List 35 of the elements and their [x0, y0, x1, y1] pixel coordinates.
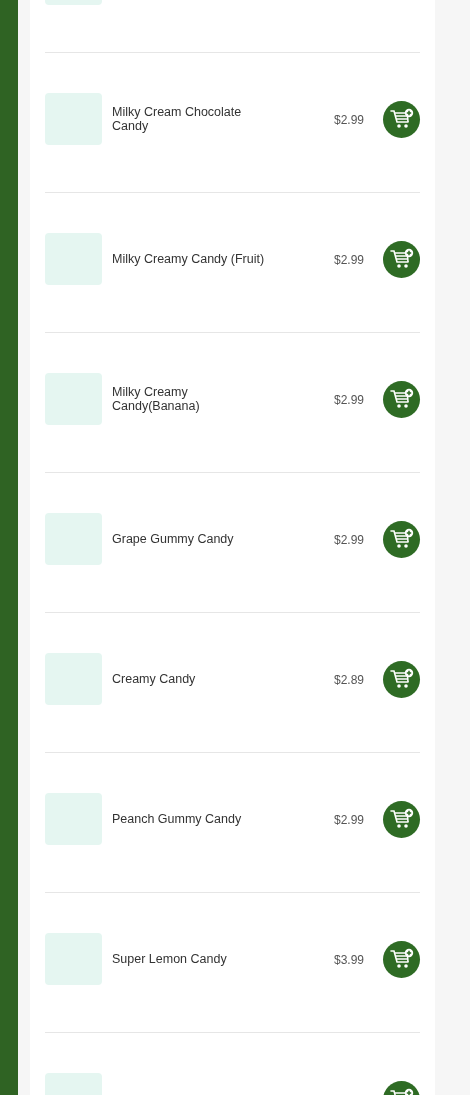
product-name: Grape Gummy Candy — [112, 532, 235, 546]
add-to-cart-button[interactable] — [383, 100, 420, 138]
product-thumbnail — [45, 793, 102, 845]
product-thumbnail — [45, 373, 102, 425]
cart-plus-icon — [389, 948, 414, 970]
product-thumbnail — [45, 933, 102, 985]
cart-plus-icon — [389, 388, 414, 410]
product-name: Creamy Candy — [112, 672, 197, 686]
product-name: Milky Cream Chocolate Candy — [112, 105, 243, 133]
product-price: $2.99 — [333, 813, 364, 827]
product-price: $2.99 — [333, 533, 364, 547]
product-name: Milky Creamy Candy(Banana) — [112, 385, 201, 413]
cart-plus-icon — [389, 248, 414, 270]
product-price: $2.99 — [333, 113, 364, 127]
product-thumbnail — [45, 653, 102, 705]
add-to-cart-button[interactable] — [383, 800, 420, 838]
cart-plus-icon — [389, 108, 414, 130]
add-to-cart-button[interactable] — [383, 660, 420, 698]
product-price: $2.89 — [333, 673, 364, 687]
cart-plus-icon — [389, 668, 414, 690]
cart-plus-icon — [389, 528, 414, 550]
add-to-cart-button[interactable] — [383, 940, 420, 978]
product-price: $3.99 — [333, 953, 364, 967]
product-thumbnail — [45, 233, 102, 285]
cart-plus-icon — [389, 808, 414, 830]
product-thumbnail — [45, 513, 102, 565]
product-price: $2.99 — [333, 393, 364, 407]
product-name: Super Lemon Candy — [112, 952, 228, 966]
product-name: Peanch Gummy Candy — [112, 812, 243, 826]
add-to-cart-button[interactable] — [383, 520, 420, 558]
product-thumbnail — [45, 93, 102, 145]
product-name: Milky Creamy Candy (Fruit) — [112, 252, 266, 266]
add-to-cart-button[interactable] — [383, 240, 420, 278]
product-price: $2.99 — [333, 253, 364, 267]
add-to-cart-button[interactable] — [383, 380, 420, 418]
